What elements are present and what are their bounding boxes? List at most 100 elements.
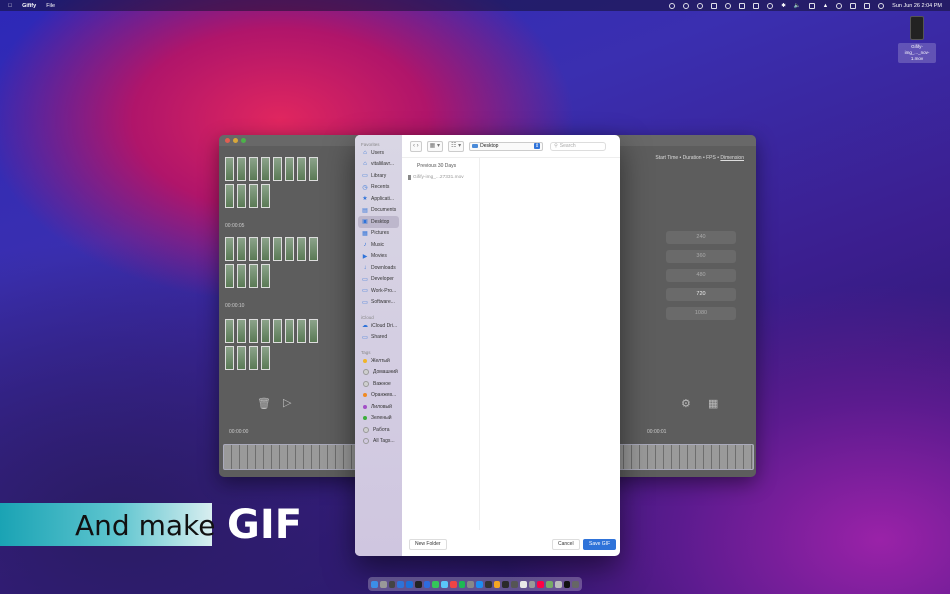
sidebar-item[interactable]: ◷ Recents [355, 182, 402, 194]
face-icon[interactable] [683, 2, 690, 9]
location-popup[interactable]: Desktop ⇕ [469, 141, 544, 151]
siri-icon[interactable] [878, 2, 885, 9]
app-icon[interactable] [449, 580, 457, 588]
display-icon[interactable] [753, 2, 760, 9]
sidebar-item[interactable]: Домашний [355, 367, 402, 379]
dimension-option[interactable]: 360 [666, 250, 736, 263]
movies-icon: ▶ [362, 253, 368, 260]
app-icon[interactable] [537, 580, 544, 588]
window-icon[interactable] [739, 2, 746, 9]
sidebar-item[interactable]: Важное [355, 378, 402, 390]
apple-icon[interactable]:  [8, 3, 12, 9]
dimension-option[interactable]: 480 [666, 269, 736, 282]
dimension-link[interactable]: Dimension [720, 155, 744, 161]
app-icon[interactable] [554, 580, 562, 588]
sidebar-item[interactable]: ▦ Pictures [355, 228, 402, 240]
sidebar-item[interactable]: ▭ Software... [355, 297, 402, 309]
sidebar-item[interactable]: ☁ iCloud Dri... [355, 320, 402, 332]
app-icon[interactable] [441, 580, 448, 588]
app-icon[interactable] [414, 580, 422, 588]
sidebar-item[interactable]: ▭ Shared [355, 332, 402, 344]
sidebar-item[interactable]: ⌂ Users [355, 147, 402, 159]
control-center-icon[interactable] [864, 2, 871, 9]
sidebar-item[interactable]: Оранжев... [355, 390, 402, 402]
view-mode-button[interactable]: ▦ ▾ [426, 140, 444, 152]
launchpad-icon[interactable] [379, 580, 387, 588]
dimension-option[interactable]: 240 [666, 231, 736, 244]
group-button[interactable]: ☷ ▾ [448, 140, 465, 152]
finder-icon[interactable] [371, 580, 378, 588]
app-icon[interactable] [484, 580, 492, 588]
sidebar-item[interactable]: Работа [355, 424, 402, 436]
app-icon[interactable] [511, 580, 518, 588]
wifi-icon[interactable]: ▲ [823, 3, 828, 9]
menu-bar:  Gifify File ✱ 🔈 ▲ Sun Jun 26 2:04 PM [0, 0, 950, 11]
battery-icon[interactable] [808, 2, 815, 9]
timer-icon[interactable] [697, 2, 704, 9]
new-folder-button[interactable]: New Folder [409, 539, 447, 550]
app-icon[interactable] [406, 580, 413, 588]
tag-dot-icon [363, 416, 367, 421]
sidebar-item-label: Recents [371, 184, 390, 191]
sidebar-item[interactable]: Лиловый [355, 401, 402, 413]
app-menu[interactable]: Gifify [22, 3, 36, 9]
sidebar-item[interactable]: ▣ Desktop [358, 216, 399, 228]
home-icon: ⌂ [363, 161, 367, 168]
app-icon[interactable] [467, 580, 474, 588]
app-icon[interactable] [458, 580, 466, 588]
back-forward-buttons[interactable]: ‹ › [410, 140, 422, 152]
sidebar-item[interactable]: ↓ Downloads [355, 262, 402, 274]
sidebar-item[interactable]: All Tags... [355, 436, 402, 448]
bluetooth-icon[interactable]: ✱ [781, 3, 786, 9]
save-gif-button[interactable]: Save GIF [583, 539, 617, 550]
timecode: 00:00:05 [225, 223, 245, 229]
file-menu[interactable]: File [46, 3, 55, 9]
play-icon[interactable]: ▷ [283, 396, 291, 409]
minimize-button[interactable] [233, 138, 238, 143]
app-icon[interactable] [397, 580, 404, 588]
zoom-button[interactable] [241, 138, 246, 143]
sidebar-item[interactable]: ▶ Movies [355, 251, 402, 263]
sidebar-item[interactable]: ▭ Work-Pro... [355, 285, 402, 297]
app-icon[interactable] [519, 580, 527, 588]
sidebar-item[interactable]: ▭ Library [355, 170, 402, 182]
app-icon[interactable] [476, 580, 483, 588]
sidebar-item[interactable]: ⌂ vitaliilavr... [355, 159, 402, 171]
sidebar-item[interactable]: Зеленый [355, 413, 402, 425]
clock[interactable]: Sun Jun 26 2:04 PM [892, 3, 942, 9]
volume-icon[interactable]: 🔈 [794, 3, 801, 9]
sidebar-item[interactable]: ▤ Documents [355, 205, 402, 217]
globe-icon[interactable] [725, 2, 732, 9]
play-icon[interactable] [767, 2, 774, 9]
desktop-file-label: Gifify-img_..._nov-1.mov [898, 43, 936, 63]
sidebar-item[interactable]: ▭ Developer [355, 274, 402, 286]
app-icon[interactable] [563, 580, 571, 588]
dimension-option-selected[interactable]: 720 [666, 288, 736, 301]
app-icon[interactable] [423, 580, 431, 588]
search-field[interactable]: ⚲ Search [550, 141, 607, 151]
keyboard-icon[interactable] [711, 2, 718, 9]
sidebar-item[interactable]: ♪ Music [355, 239, 402, 251]
sidebar-item[interactable]: ★ Applicati... [355, 193, 402, 205]
user-icon[interactable] [850, 2, 857, 9]
app-icon[interactable] [388, 580, 396, 588]
desktop-file[interactable]: Gifify-img_..._nov-1.mov [898, 16, 936, 63]
trash-icon[interactable] [572, 580, 579, 588]
search-icon[interactable] [836, 2, 843, 9]
app-icon[interactable] [528, 580, 536, 588]
app-icon[interactable] [493, 580, 501, 588]
cancel-button[interactable]: Cancel [552, 539, 580, 550]
status-icon[interactable] [669, 2, 676, 9]
app-icon[interactable] [432, 580, 439, 588]
dimension-option[interactable]: 1080 [666, 307, 736, 320]
trash-icon[interactable]: 🗑 [257, 397, 271, 410]
settings-icon[interactable]: ⚙ [681, 397, 691, 410]
export-icon[interactable]: ▦ [708, 397, 718, 410]
app-icon[interactable] [546, 580, 553, 588]
close-button[interactable] [225, 138, 230, 143]
app-icon[interactable] [502, 580, 509, 588]
file-item[interactable]: Gifify-img_...27331.mov [402, 169, 479, 180]
timecode: 00:00:10 [225, 303, 245, 309]
sidebar-item[interactable]: Желтый [355, 355, 402, 367]
settings-info: Start Time • Duration • FPS • [655, 155, 719, 161]
